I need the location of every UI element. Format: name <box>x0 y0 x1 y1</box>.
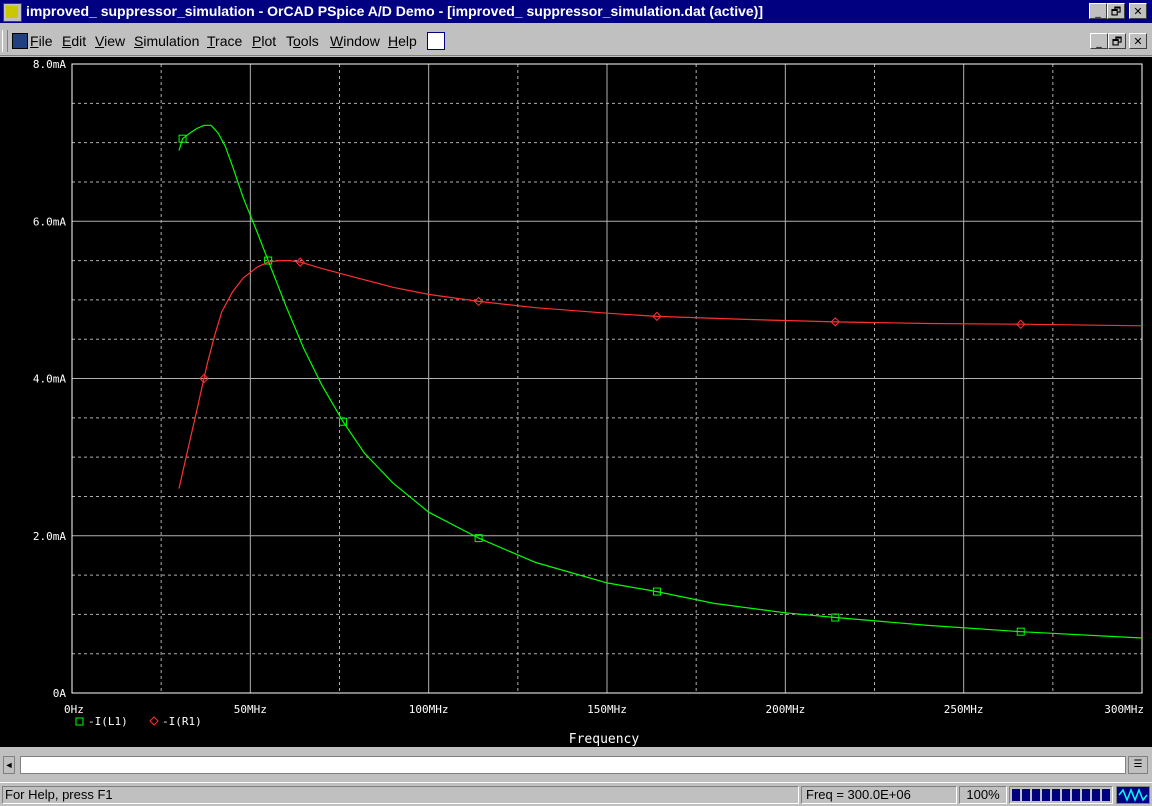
menu-view[interactable]: View <box>95 33 125 49</box>
scroll-left-arrow-icon[interactable]: ◄ <box>3 756 15 774</box>
status-help-text: For Help, press F1 <box>2 786 799 804</box>
menu-help[interactable]: Help <box>388 33 417 49</box>
menu-tools[interactable]: Tools <box>286 33 319 49</box>
legend-marker-1 <box>149 716 159 726</box>
y-tick-label: 2.0mA <box>33 530 66 543</box>
menu-simulation[interactable]: Simulation <box>134 33 199 49</box>
y-tick-label: 0A <box>53 687 67 700</box>
close-button[interactable]: ✕ <box>1129 3 1147 19</box>
splitter-icon[interactable]: ☰ <box>1128 756 1148 774</box>
x-tick-label: 200MHz <box>765 703 805 716</box>
command-bar: ◄ ☰ <box>0 750 1152 780</box>
title-bar: improved_ suppressor_simulation - OrCAD … <box>0 0 1152 23</box>
waveform-chart[interactable]: 0A 2.0mA 4.0mA 6.0mA 8.0mA 0Hz 50MHz 100MHz 150M… <box>0 57 1152 747</box>
series-line-1 <box>178 260 1143 489</box>
menu-file[interactable]: File <box>30 33 53 49</box>
doc-restore-button[interactable]: 🗗 <box>1108 33 1126 49</box>
x-tick-label: 100MHz <box>409 703 449 716</box>
x-axis-label: Frequency <box>569 732 640 747</box>
y-tick-label: 8.0mA <box>33 58 66 71</box>
minimize-button[interactable]: _ <box>1089 3 1107 19</box>
waveform-icon <box>1116 786 1150 804</box>
status-frequency: Freq = 300.0E+06 <box>801 786 957 804</box>
y-tick-label: 6.0mA <box>33 215 66 228</box>
doc-minimize-button[interactable]: _ <box>1090 33 1108 49</box>
x-tick-label: 150MHz <box>587 703 627 716</box>
x-tick-label: 0Hz <box>64 703 84 716</box>
legend-label-1: -I(R1) <box>162 715 202 728</box>
document-icon[interactable] <box>12 33 28 49</box>
toolbar-toggle-icon[interactable] <box>427 32 445 50</box>
menu-window[interactable]: Window <box>330 33 380 49</box>
status-zoom: 100% <box>959 786 1007 804</box>
restore-button[interactable]: 🗗 <box>1107 3 1125 19</box>
series-line-0 <box>178 124 1143 639</box>
command-input[interactable] <box>20 756 1126 774</box>
pspice-app-icon[interactable] <box>3 3 22 22</box>
doc-close-button[interactable]: ✕ <box>1129 33 1147 49</box>
y-tick-label: 4.0mA <box>33 373 66 386</box>
menu-edit[interactable]: Edit <box>62 33 86 49</box>
x-tick-label: 300MHz <box>1104 703 1144 716</box>
menu-trace[interactable]: Trace <box>207 33 242 49</box>
menu-grip <box>2 30 8 52</box>
simulation-progress-bar <box>1009 786 1113 804</box>
x-tick-label: 250MHz <box>944 703 984 716</box>
menu-bar: File Edit View Simulation Trace Plot Tools Wind… <box>0 27 1152 56</box>
menu-plot[interactable]: Plot <box>252 33 276 49</box>
legend-label-0: -I(L1) <box>88 715 128 728</box>
status-bar: For Help, press F1 Freq = 300.0E+06 100% <box>0 782 1152 806</box>
probe-plot-window[interactable]: 0A 2.0mA 4.0mA 6.0mA 8.0mA 0Hz 50MHz 100MHz 150M… <box>0 57 1152 747</box>
x-tick-label: 50MHz <box>234 703 267 716</box>
window-title: improved_ suppressor_simulation - OrCAD … <box>26 3 763 19</box>
legend-marker-0 <box>75 717 84 726</box>
